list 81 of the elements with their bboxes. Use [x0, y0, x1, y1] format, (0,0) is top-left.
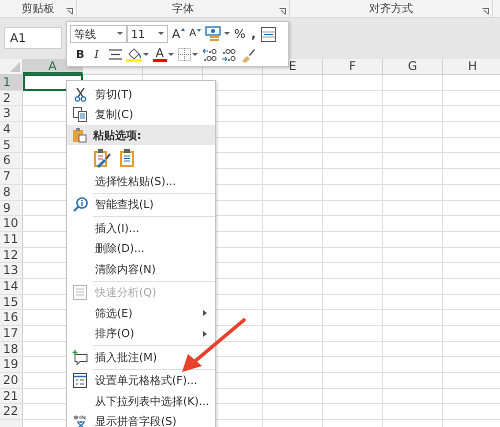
menu-item[interactable]: 删除(D)...: [67, 238, 215, 259]
row-header[interactable]: 2: [0, 90, 23, 106]
increase-decimal-icon[interactable]: [220, 48, 236, 62]
fill-color-icon[interactable]: [126, 47, 142, 62]
row-header[interactable]: 22: [0, 404, 23, 420]
group-label: 对齐方式: [369, 1, 413, 16]
paste-formatting-icon[interactable]: [93, 148, 111, 168]
comment-icon: [72, 350, 88, 365]
up-triangle-icon: [181, 28, 186, 32]
menu-section-header: 粘贴选项:: [67, 125, 215, 145]
phonetic-icon: [72, 414, 88, 427]
column-header[interactable]: G: [383, 59, 443, 74]
quick-analysis-icon: [73, 285, 87, 300]
menu-item[interactable]: 智能查找(L): [67, 194, 215, 215]
menu-item[interactable]: 选择性粘贴(S)...: [67, 171, 215, 192]
row-header[interactable]: 13: [0, 263, 23, 278]
submenu-arrow-icon: [203, 310, 207, 316]
row-header[interactable]: 10: [0, 216, 23, 231]
row-header[interactable]: 20: [0, 373, 23, 388]
percent-button[interactable]: %: [234, 28, 246, 40]
row-header[interactable]: 16: [0, 310, 23, 325]
font-color-button[interactable]: A: [152, 47, 167, 62]
menu-item[interactable]: 插入(I)...: [67, 218, 215, 238]
menu-item[interactable]: 排序(O): [67, 324, 215, 344]
caret-icon[interactable]: [224, 32, 230, 36]
row-header[interactable]: 6: [0, 153, 23, 168]
menu-item[interactable]: 复制(C): [67, 104, 215, 125]
row-header[interactable]: 3: [0, 106, 23, 122]
row-header[interactable]: 5: [0, 138, 23, 152]
row-header[interactable]: 15: [0, 294, 23, 310]
row-header[interactable]: 12: [0, 248, 23, 262]
bold-button[interactable]: B: [76, 49, 84, 60]
scissors-icon: [74, 86, 86, 102]
row-header[interactable]: 17: [0, 326, 23, 341]
format-painter-icon[interactable]: [240, 46, 256, 62]
row-header[interactable]: 21: [0, 388, 23, 404]
dialog-launcher-icon[interactable]: [279, 8, 286, 15]
decrease-font-size-button[interactable]: A: [189, 29, 202, 39]
menu-item[interactable]: 筛选(E): [67, 303, 215, 324]
accounting-format-icon[interactable]: [205, 26, 224, 42]
dialog-launcher-icon[interactable]: [482, 8, 489, 15]
copy-icon: [73, 107, 87, 122]
row-header[interactable]: 18: [0, 342, 23, 356]
menu-item[interactable]: 显示拼音字段(S): [67, 412, 215, 427]
column-header[interactable]: H: [443, 59, 500, 74]
format-cells-icon: [73, 373, 87, 388]
row-header[interactable]: 4: [0, 122, 23, 137]
decrease-decimal-icon[interactable]: [202, 48, 217, 62]
menu-item[interactable]: 插入批注(M): [67, 347, 215, 368]
row-header[interactable]: 14: [0, 278, 23, 294]
column-width-icon[interactable]: [261, 26, 276, 42]
caret-icon: [117, 32, 123, 36]
row-header[interactable]: 19: [0, 357, 23, 372]
menu-item[interactable]: 设置单元格格式(F)...: [67, 370, 215, 391]
paste-icon[interactable]: [119, 148, 135, 168]
group-label: 字体: [172, 1, 194, 16]
caret-icon: [158, 32, 164, 36]
submenu-arrow-icon: [203, 330, 207, 337]
comma-button[interactable]: ,: [249, 28, 258, 40]
menu-item[interactable]: 清除内容(N): [67, 259, 215, 280]
menu-item[interactable]: 从下拉列表中选择(K)...: [67, 391, 215, 412]
row-header[interactable]: 8: [0, 184, 23, 200]
row-header[interactable]: 1: [0, 75, 23, 90]
center-align-icon[interactable]: [108, 49, 122, 60]
down-triangle-icon: [197, 29, 202, 33]
borders-icon[interactable]: [178, 48, 191, 61]
dialog-launcher-icon[interactable]: [66, 8, 73, 15]
group-label: 剪贴板: [22, 1, 54, 16]
row-header[interactable]: 11: [0, 232, 23, 247]
name-box[interactable]: A1: [4, 27, 62, 49]
column-header[interactable]: F: [323, 59, 383, 74]
row-header[interactable]: 7: [0, 169, 23, 184]
clipboard-icon: [72, 127, 88, 143]
font-size-dropdown[interactable]: 11: [127, 25, 168, 43]
magnifier-icon: [72, 197, 88, 212]
font-dropdown[interactable]: 等线: [70, 25, 127, 43]
annotation-arrow: [180, 318, 246, 374]
italic-button[interactable]: I: [94, 49, 99, 60]
increase-font-size-button[interactable]: A: [172, 28, 186, 40]
row-header[interactable]: 9: [0, 200, 23, 216]
menu-item[interactable]: 剪切(T): [67, 84, 215, 104]
